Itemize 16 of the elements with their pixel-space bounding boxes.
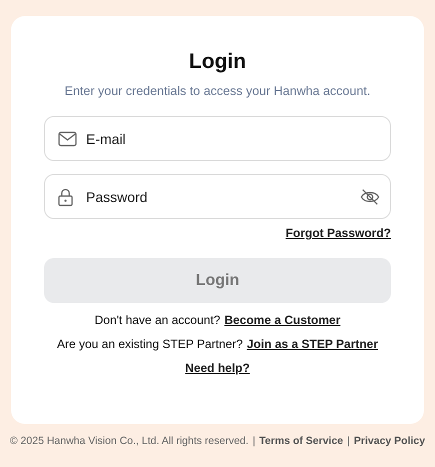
footer-link[interactable]: Terms of Service xyxy=(259,435,344,447)
footer-link[interactable]: Privacy Policy xyxy=(354,435,426,447)
prompt-text: Don't have an account? xyxy=(94,313,220,327)
separator: | xyxy=(252,435,256,447)
signup-link[interactable]: Become a Customer xyxy=(224,313,340,327)
copyright-text: © 2025 Hanwha Vision Co., Ltd. All rights reserved. xyxy=(10,435,249,447)
separator: | xyxy=(347,435,350,447)
help-link[interactable]: Need help? xyxy=(185,361,250,375)
password-field[interactable]: Password xyxy=(44,174,391,219)
forgot-password-link[interactable]: Forgot Password? xyxy=(286,226,391,240)
eye-slash-icon[interactable] xyxy=(360,188,380,205)
login-title: Login xyxy=(188,49,246,75)
signup-link[interactable]: Join as a STEP Partner xyxy=(246,337,378,351)
subtitle: Enter your credentials to access your Hanwha account. xyxy=(64,84,370,98)
prompt-text: Are you an existing STEP Partner? xyxy=(56,337,243,351)
email-field[interactable]: E-mail xyxy=(44,116,391,161)
